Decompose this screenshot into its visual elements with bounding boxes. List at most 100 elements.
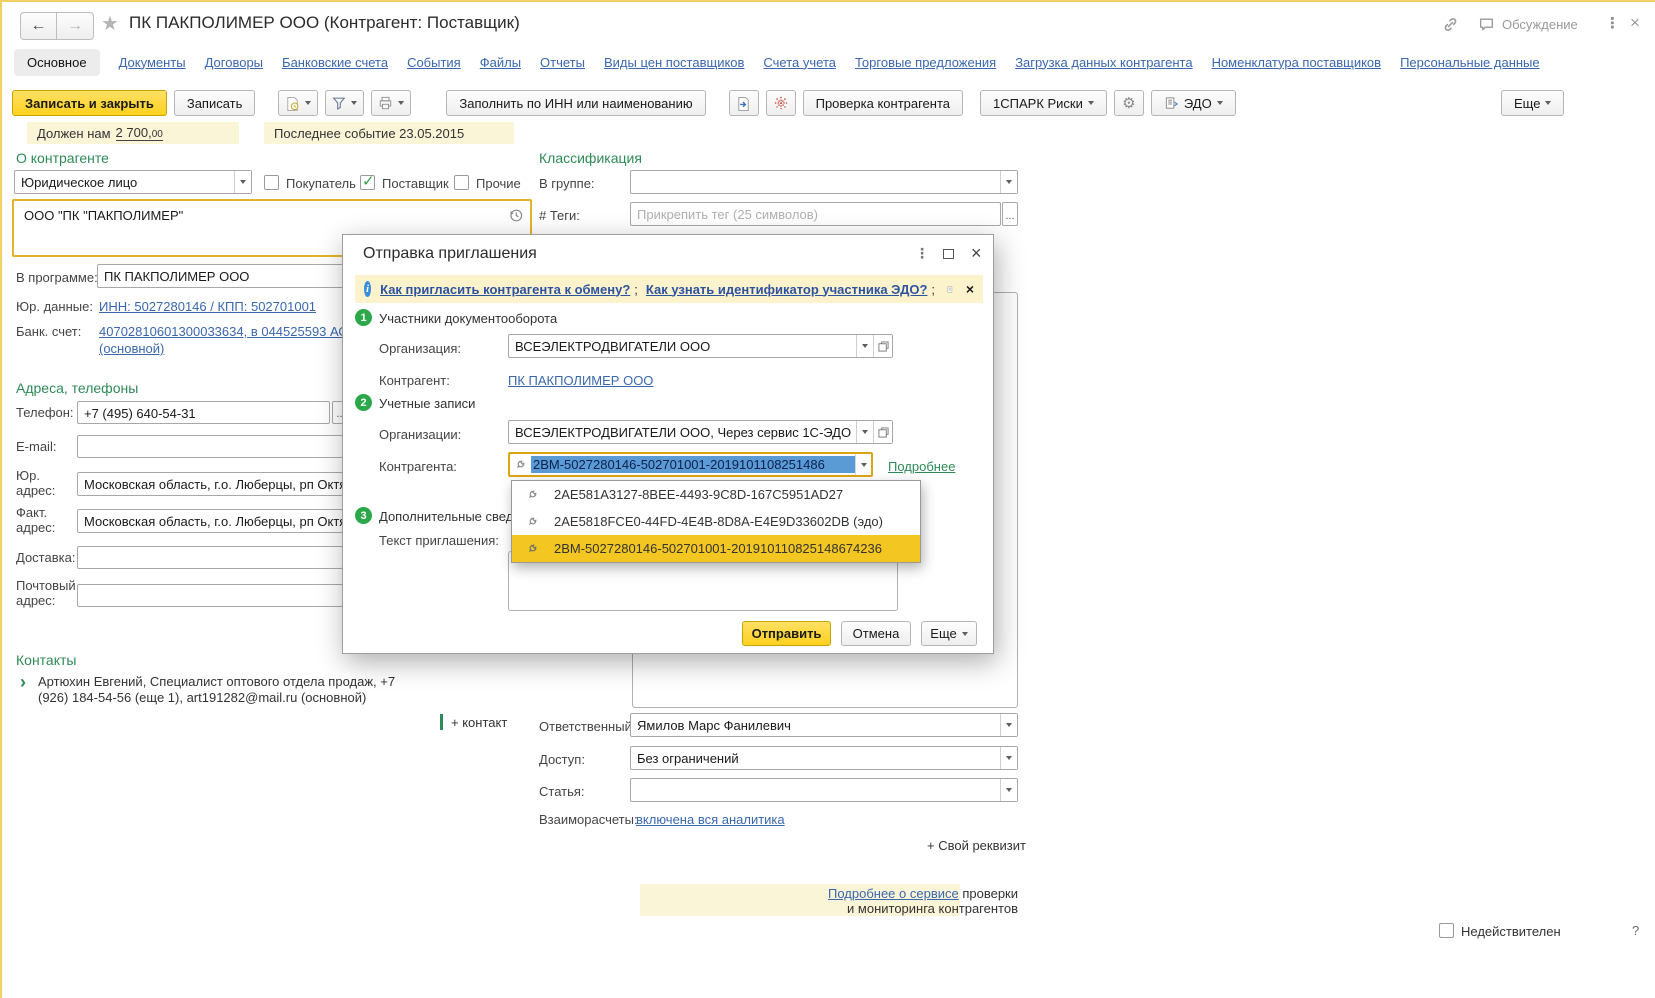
create-based-on-button[interactable] xyxy=(278,90,318,116)
tab-faily[interactable]: Файлы xyxy=(480,55,521,70)
tab-personalnye-dannye[interactable]: Персональные данные xyxy=(1400,55,1540,70)
dropdown-item[interactable]: 2BM-5027280146-502701001-201910110825148… xyxy=(512,535,920,562)
reader-mode-icon[interactable] xyxy=(947,282,953,297)
bank-account-link-main[interactable]: (основной) xyxy=(99,341,164,356)
check-contractor-button[interactable]: Проверка контрагента xyxy=(803,90,963,116)
entity-type-dropdown-icon[interactable] xyxy=(234,171,251,193)
dropdown-item[interactable]: 2AE581A3127-8BEE-4493-9C8D-167C5951AD27 xyxy=(512,481,920,508)
add-contact-link[interactable]: + контакт xyxy=(451,715,507,730)
fact-address-input[interactable]: Московская область, г.о. Люберцы, рп Окт… xyxy=(77,509,343,533)
organizations-account-select[interactable]: ВСЕЭЛЕКТРОДВИГАТЕЛИ ООО, Через сервис 1С… xyxy=(508,420,893,444)
close-window-icon[interactable]: × xyxy=(1630,13,1640,33)
other-checkbox[interactable] xyxy=(454,175,469,190)
dropdown-item[interactable]: 2AE5818FCE0-44FD-4E4B-8D8A-E4E9D33602DB … xyxy=(512,508,920,535)
settings-button[interactable]: ⚙ xyxy=(1114,90,1144,116)
own-attribute-link[interactable]: + Свой реквизит xyxy=(927,838,1026,853)
print-button[interactable] xyxy=(371,90,411,116)
tab-bank-accounts[interactable]: Банковские счета xyxy=(282,55,388,70)
favorite-star-icon[interactable]: ★ xyxy=(101,11,119,36)
access-dropdown-icon[interactable] xyxy=(1000,747,1017,769)
more-button[interactable]: Еще xyxy=(1501,90,1564,116)
postal-address-input[interactable] xyxy=(77,584,343,607)
article-dropdown-icon[interactable] xyxy=(1000,779,1017,801)
send-button[interactable]: Отправить xyxy=(742,621,831,646)
tab-nomenklatura[interactable]: Номенклатура поставщиков xyxy=(1212,55,1382,70)
tags-ellipsis-button[interactable]: ... xyxy=(1002,202,1018,226)
save-close-button[interactable]: Записать и закрыть xyxy=(12,90,167,116)
fill-by-inn-button[interactable]: Заполнить по ИНН или наименованию xyxy=(446,90,705,116)
load-file-button[interactable] xyxy=(729,90,759,116)
delivery-input[interactable] xyxy=(77,546,343,569)
email-input[interactable] xyxy=(77,435,343,458)
responsible-dropdown-icon[interactable] xyxy=(1000,714,1017,736)
discussion-label[interactable]: Обсуждение xyxy=(1502,17,1578,32)
tab-scheta-ucheta[interactable]: Счета учета xyxy=(763,55,836,70)
fact-address-label: Факт. адрес: xyxy=(16,505,72,535)
info-icon: i xyxy=(364,281,371,297)
help-link-edo-id[interactable]: Как узнать идентификатор участника ЭДО? xyxy=(646,282,928,297)
contact-chevron-icon[interactable]: › xyxy=(20,675,26,689)
tab-sobytiya[interactable]: События xyxy=(407,55,461,70)
inn-kpp-link[interactable]: ИНН: 5027280146 / КПП: 502701001 xyxy=(99,299,316,314)
organization-dropdown-icon[interactable] xyxy=(856,335,873,357)
debt-amount[interactable]: 2 700,00 xyxy=(116,125,163,141)
contact-entry[interactable]: Артюхин Евгений, Специалист оптового отд… xyxy=(38,674,414,706)
tab-dokumenty[interactable]: Документы xyxy=(119,55,186,70)
invalid-checkbox[interactable] xyxy=(1439,923,1454,938)
filter-button[interactable] xyxy=(325,90,364,116)
tab-dogovory[interactable]: Договоры xyxy=(205,55,263,70)
organizations-open-icon[interactable] xyxy=(873,421,892,443)
responsible-select[interactable]: Ямилов Марс Фанилевич xyxy=(630,713,1018,737)
entity-type-value: Юридическое лицо xyxy=(15,171,234,193)
info-bar-close-icon[interactable]: × xyxy=(966,281,974,297)
settlements-link[interactable]: включена вся аналитика xyxy=(636,812,785,827)
contractor-account-dropdown-icon[interactable] xyxy=(855,454,871,475)
group-select[interactable] xyxy=(630,170,1018,194)
edo-button[interactable]: ЭДО xyxy=(1151,90,1236,116)
entity-type-select[interactable]: Юридическое лицо xyxy=(14,170,252,194)
modal-more-button[interactable]: Еще xyxy=(921,621,977,646)
save-button[interactable]: Записать xyxy=(174,90,256,116)
tab-osnovnoe[interactable]: Основное xyxy=(14,49,100,76)
help-question-icon[interactable]: ? xyxy=(1632,923,1639,938)
link-icon[interactable] xyxy=(1442,16,1459,33)
details-link[interactable]: Подробнее xyxy=(888,459,955,474)
tags-input[interactable] xyxy=(630,202,1001,226)
organization-open-icon[interactable] xyxy=(873,335,892,357)
tab-vidy-cen[interactable]: Виды цен поставщиков xyxy=(604,55,744,70)
help-link-invite[interactable]: Как пригласить контрагента к обмену? xyxy=(380,282,630,297)
step-2-title: Учетные записи xyxy=(379,396,475,411)
modal-maximize-icon[interactable] xyxy=(943,249,954,259)
plug-icon xyxy=(513,457,528,472)
responsible-label: Ответственный: xyxy=(539,719,635,734)
organization-select[interactable]: ВСЕЭЛЕКТРОДВИГАТЕЛИ ООО xyxy=(508,334,893,358)
contractor-link[interactable]: ПК ПАКПОЛИМЕР ООО xyxy=(508,373,653,388)
service-details-link[interactable]: Подробнее о сервисе xyxy=(828,886,959,901)
modal-close-icon[interactable]: × xyxy=(971,243,982,264)
in-program-label: В программе: xyxy=(16,270,98,285)
supplier-checkbox[interactable] xyxy=(360,175,375,190)
modal-menu-icon[interactable]: ⋮ xyxy=(915,245,929,262)
spark-risks-button[interactable]: 1СПАРК Риски xyxy=(980,90,1107,116)
history-clock-icon[interactable] xyxy=(508,207,524,223)
tab-zagruzka-dannyh[interactable]: Загрузка данных контрагента xyxy=(1015,55,1192,70)
tab-otchety[interactable]: Отчеты xyxy=(540,55,585,70)
bank-account-link[interactable]: 40702810601300033634, в 044525593 АО " xyxy=(99,324,357,339)
legal-address-input[interactable]: Московская область, г.о. Люберцы, рп Окт… xyxy=(77,472,343,496)
access-select[interactable]: Без ограничений xyxy=(630,746,1018,770)
discussion-icon[interactable] xyxy=(1478,16,1495,33)
buyer-checkbox[interactable] xyxy=(264,175,279,190)
phone-input[interactable]: +7 (495) 640-54-31 xyxy=(77,401,330,424)
group-dropdown-icon[interactable] xyxy=(1000,171,1017,193)
contractor-account-combobox[interactable]: 2BM-5027280146-502701001-201910110825148… xyxy=(508,452,873,477)
window-menu-icon[interactable]: ⋮ xyxy=(1605,14,1620,32)
tab-torg-predlozheniya[interactable]: Торговые предложения xyxy=(855,55,996,70)
spark-check-button[interactable] xyxy=(766,90,796,116)
organizations-dropdown-icon[interactable] xyxy=(856,421,873,443)
article-value xyxy=(631,779,1000,801)
back-button[interactable]: ← xyxy=(20,12,57,40)
plug-icon xyxy=(525,487,540,502)
cancel-button[interactable]: Отмена xyxy=(841,621,911,646)
article-select[interactable] xyxy=(630,778,1018,802)
forward-button[interactable]: → xyxy=(57,12,94,40)
